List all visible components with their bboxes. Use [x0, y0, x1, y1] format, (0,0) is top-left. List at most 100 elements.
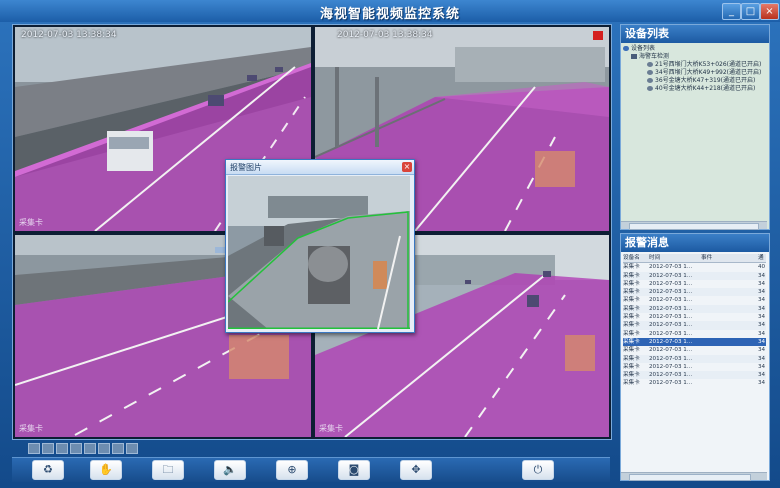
layout-1x1-button[interactable]: [28, 443, 40, 454]
cell-device: 采集卡: [623, 322, 640, 329]
device-tree: 设备列表 海警车检测 21号西堠门大桥K53+026(通道已开启) 34号西堠门…: [621, 43, 769, 93]
tree-item-label: 36号金塘大桥K47+319(通道已开启): [655, 77, 756, 84]
device-list-panel: 设备列表 设备列表 海警车检测 21号西堠门大桥K53+026(通道已开启) 3…: [620, 24, 770, 230]
tree-item-1[interactable]: 21号西堠门大桥K53+026(通道已开启): [623, 61, 769, 69]
cell-channel: 34: [758, 289, 766, 296]
table-row[interactable]: 采集卡 2012-07-03 1... 34: [623, 288, 766, 297]
scroll-thumb[interactable]: [629, 223, 759, 230]
table-row[interactable]: 采集卡 2012-07-03 1... 34: [623, 296, 766, 304]
col-device[interactable]: 设备名: [623, 254, 649, 262]
tree-item-3[interactable]: 36号金塘大桥K47+319(通道已开启): [623, 77, 769, 85]
col-time[interactable]: 时间: [649, 254, 701, 262]
device-list-title: 设备列表: [621, 25, 769, 43]
popup-header[interactable]: 报警图片 ×: [226, 160, 414, 175]
folder-button[interactable]: 🗀: [152, 460, 184, 480]
camera-button[interactable]: ◙: [338, 460, 370, 480]
alarm-snapshot: [228, 176, 410, 329]
cell-device: 采集卡: [623, 347, 640, 354]
alarm-message-panel: 报警消息 设备名 时间 事件通 采集卡 2012-07-03 1... 40 采集卡 201…: [620, 233, 770, 481]
cell-channel: 34: [758, 380, 766, 387]
tree-item-label: 40号金塘大桥K44+218(通道已开启): [655, 85, 756, 92]
table-header: 设备名 时间 事件通: [623, 254, 766, 264]
table-row[interactable]: 采集卡 2012-07-03 1... 34: [623, 354, 766, 363]
cell-time: 2012-07-03 1...: [649, 380, 693, 387]
cell-channel: 34: [758, 338, 766, 345]
network-icon: [623, 46, 629, 51]
tree-root[interactable]: 设备列表: [623, 45, 769, 53]
title-bar[interactable]: 海视智能视频监控系统 _ □ ×: [0, 0, 780, 22]
cell-channel: 34: [758, 272, 766, 279]
hand-button[interactable]: ✋: [90, 460, 122, 480]
tree-root-label: 设备列表: [631, 45, 656, 52]
table-row[interactable]: 采集卡 2012-07-03 1... 34: [623, 371, 766, 380]
cell-device: 采集卡: [623, 363, 640, 370]
cell-device: 采集卡: [623, 272, 640, 279]
layout-3x3-button[interactable]: [84, 443, 96, 454]
alarm-scrollbar[interactable]: [621, 472, 767, 481]
cell-device: 采集卡: [623, 338, 640, 345]
table-row[interactable]: 采集卡 2012-07-03 1... 34: [623, 313, 766, 321]
table-row[interactable]: 采集卡 2012-07-03 1... 40: [623, 263, 766, 271]
camera-icon: [647, 70, 653, 75]
cell-time: 2012-07-03 1...: [649, 264, 693, 271]
power-button[interactable]: ⏻: [522, 460, 554, 480]
close-button[interactable]: ×: [760, 3, 779, 20]
cell-time: 2012-07-03 1...: [649, 322, 693, 329]
cell-device: 采集卡: [623, 372, 640, 379]
popup-title: 报警图片: [230, 163, 262, 172]
camera-label: 采集卡: [19, 424, 43, 433]
record-indicator-icon: [593, 31, 603, 40]
alarm-image-popup[interactable]: 报警图片 ×: [225, 159, 415, 333]
tree-item-2[interactable]: 34号西堠门大桥K49+992(通道已开启): [623, 69, 769, 77]
speaker-button[interactable]: 🔈: [214, 460, 246, 480]
layout-1+5-button[interactable]: [56, 443, 68, 454]
layout-selector: [28, 443, 140, 455]
maximize-button[interactable]: □: [741, 3, 760, 20]
cell-channel: 34: [758, 322, 766, 329]
layout-fullscreen-button[interactable]: [126, 443, 138, 454]
popup-close-button[interactable]: ×: [402, 162, 412, 172]
table-row[interactable]: 采集卡 2012-07-03 1... 34: [623, 330, 766, 338]
cell-time: 2012-07-03 1...: [649, 289, 693, 296]
table-row[interactable]: 采集卡 2012-07-03 1... 34: [623, 321, 766, 330]
layout-5x5-button[interactable]: [112, 443, 124, 454]
layout-4x4-button[interactable]: [98, 443, 110, 454]
cell-channel: 34: [758, 355, 766, 362]
minimize-button[interactable]: _: [722, 3, 741, 20]
cell-device: 采集卡: [623, 355, 640, 362]
cell-time: 2012-07-03 1...: [649, 338, 693, 345]
cell-time: 2012-07-03 1...: [649, 297, 693, 304]
cell-time: 2012-07-03 1...: [649, 347, 693, 354]
table-row[interactable]: 采集卡 2012-07-03 1... 34: [623, 363, 766, 371]
col-event[interactable]: 事件: [701, 254, 758, 262]
cell-time: 2012-07-03 1...: [649, 330, 693, 337]
table-row[interactable]: 采集卡 2012-07-03 1... 34: [623, 304, 766, 314]
table-row[interactable]: 采集卡 2012-07-03 1... 34: [623, 280, 766, 288]
cell-channel: 34: [758, 314, 766, 321]
layout-1+7-button[interactable]: [70, 443, 82, 454]
window-title: 海视智能视频监控系统: [319, 7, 460, 22]
cell-device: 采集卡: [623, 380, 640, 387]
cell-device: 采集卡: [623, 289, 640, 296]
table-row[interactable]: 采集卡 2012-07-03 1... 34: [623, 379, 766, 387]
camera-timestamp: 2012-07-03 13:38:34: [21, 30, 117, 40]
tree-item-4[interactable]: 40号金塘大桥K44+218(通道已开启): [623, 85, 769, 93]
cell-device: 采集卡: [623, 330, 640, 337]
table-row[interactable]: 采集卡 2012-07-03 1... 34: [623, 346, 766, 354]
tree-item-label: 21号西堠门大桥K53+026(通道已开启): [655, 61, 762, 68]
cell-time: 2012-07-03 1...: [649, 314, 693, 321]
layout-2x2-button[interactable]: [42, 443, 54, 454]
cell-time: 2012-07-03 1...: [649, 355, 693, 362]
control-toolbar: ♻ ✋ 🗀 🔈 ⊕ ◙ ✥ ⏻: [12, 457, 610, 482]
device-list-scrollbar[interactable]: [621, 221, 767, 230]
camera-icon: [647, 86, 653, 91]
zoom-button[interactable]: ⊕: [276, 460, 308, 480]
table-row[interactable]: 采集卡 2012-07-03 1... 34: [623, 271, 766, 280]
cell-channel: 34: [758, 372, 766, 379]
scroll-thumb[interactable]: [629, 474, 751, 481]
ptz-move-button[interactable]: ✥: [400, 460, 432, 480]
table-row[interactable]: 采集卡 2012-07-03 1... 34: [623, 337, 766, 347]
recycle-button[interactable]: ♻: [32, 460, 64, 480]
col-channel[interactable]: 通: [758, 254, 766, 262]
tree-group[interactable]: 海警车检测: [623, 53, 769, 61]
